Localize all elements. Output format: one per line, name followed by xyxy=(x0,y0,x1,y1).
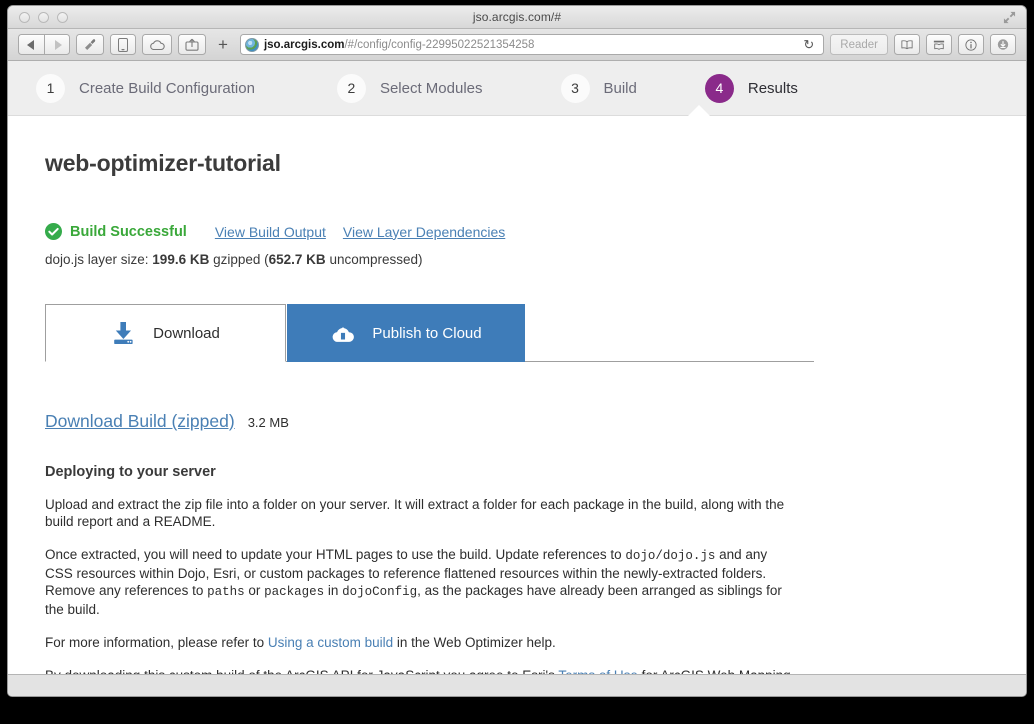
cloud-upload-icon xyxy=(332,327,355,342)
layer-size-middle: gzipped ( xyxy=(209,252,269,267)
window-titlebar: jso.arcgis.com/# xyxy=(8,6,1026,29)
layer-size-suffix: uncompressed) xyxy=(325,252,423,267)
code-paths: paths xyxy=(207,585,245,599)
zoom-button[interactable] xyxy=(57,12,68,23)
deploy-heading: Deploying to your server xyxy=(45,464,216,480)
tab-download[interactable]: Download xyxy=(45,304,286,362)
url-path: /#/config/config-22995022521354258 xyxy=(344,38,535,51)
download-build-link[interactable]: Download Build (zipped) xyxy=(45,411,235,432)
p2-seg1: Once extracted, you will need to update … xyxy=(45,547,626,562)
browser-window: jso.arcgis.com/# + jso.arcgis.com/#/conf… xyxy=(7,5,1027,697)
results-content: web-optimizer-tutorial Build Successful … xyxy=(8,116,1026,674)
forward-arrow-icon[interactable] xyxy=(44,34,70,55)
layer-size-line: dojo.js layer size: 199.6 KB gzipped (65… xyxy=(45,252,996,267)
step-number: 4 xyxy=(704,73,734,103)
page-viewport: 1 Create Build Configuration 2 Select Mo… xyxy=(8,61,1026,674)
p3-seg1: For more information, please refer to xyxy=(45,635,268,650)
traffic-lights xyxy=(19,12,68,23)
minimize-button[interactable] xyxy=(38,12,49,23)
icloud-tabs-icon[interactable] xyxy=(142,34,172,55)
browser-status-bar xyxy=(8,674,1026,696)
step-number: 2 xyxy=(336,73,366,103)
step-item-2[interactable]: 2 Select Modules xyxy=(336,73,483,103)
back-arrow-icon[interactable] xyxy=(18,34,44,55)
step-number: 3 xyxy=(560,73,590,103)
step-label: Results xyxy=(747,79,798,97)
tab-list: Download Publish to Cloud xyxy=(45,304,814,362)
view-build-output-link[interactable]: View Build Output xyxy=(215,224,326,240)
step-item-4[interactable]: 4 Results xyxy=(704,73,798,103)
download-icon xyxy=(114,322,133,344)
check-circle-icon xyxy=(45,223,62,240)
info-icon[interactable] xyxy=(958,34,984,55)
terms-of-use-link[interactable]: Terms of Use xyxy=(558,668,638,674)
p4-seg1: By downloading this custom build of the … xyxy=(45,668,558,674)
download-row: Download Build (zipped) 3.2 MB xyxy=(45,411,996,432)
downloads-icon[interactable] xyxy=(990,34,1016,55)
url-text: jso.arcgis.com/#/config/config-229950225… xyxy=(264,39,534,51)
step-label: Build xyxy=(603,79,637,97)
tab-label: Publish to Cloud xyxy=(372,324,482,342)
deploy-paragraph-4: By downloading this custom build of the … xyxy=(45,667,797,674)
status-badge: Build Successful xyxy=(70,223,187,240)
url-domain: jso.arcgis.com xyxy=(263,38,345,51)
flashlight-icon[interactable] xyxy=(76,34,104,55)
view-layer-dependencies-link[interactable]: View Layer Dependencies xyxy=(343,224,505,240)
layer-size-gzipped: 199.6 KB xyxy=(152,252,210,267)
tab-label: Download xyxy=(153,324,220,342)
reload-icon[interactable]: ↻ xyxy=(798,37,819,53)
active-step-pointer xyxy=(688,105,710,116)
deploy-paragraph-1: Upload and extract the zip file into a f… xyxy=(45,497,785,529)
p3-seg2: in the Web Optimizer help. xyxy=(393,635,556,650)
code-packages: packages xyxy=(264,585,325,599)
share-icon[interactable] xyxy=(178,34,206,55)
window-title: jso.arcgis.com/# xyxy=(472,10,562,24)
code-dojo-js: dojo/dojo.js xyxy=(625,549,716,563)
show-all-tabs-icon[interactable] xyxy=(926,34,952,55)
download-size: 3.2 MB xyxy=(247,415,289,430)
code-dojoconfig: dojoConfig xyxy=(342,585,418,599)
favicon-icon xyxy=(244,37,259,52)
using-a-custom-build-link[interactable]: Using a custom build xyxy=(268,635,393,650)
layer-size-uncompressed: 652.7 KB xyxy=(268,252,326,267)
step-item-1[interactable]: 1 Create Build Configuration xyxy=(36,73,255,103)
reading-list-icon[interactable] xyxy=(110,34,136,55)
tab-publish-to-cloud[interactable]: Publish to Cloud xyxy=(287,304,525,362)
reader-button[interactable]: Reader xyxy=(830,34,888,55)
step-item-3[interactable]: 3 Build xyxy=(560,73,637,103)
new-tab-button[interactable]: + xyxy=(212,34,234,55)
p2-seg4: in xyxy=(324,583,343,598)
step-label: Create Build Configuration xyxy=(79,79,255,97)
output-tabs: Download Publish to Cloud xyxy=(45,304,814,362)
p2-seg3: or xyxy=(244,583,265,598)
deploy-paragraph-3: For more information, please refer to Us… xyxy=(45,634,797,651)
fullscreen-icon[interactable] xyxy=(1003,11,1016,24)
bookmarks-icon[interactable] xyxy=(894,34,920,55)
browser-toolbar: + jso.arcgis.com/#/config/config-2299502… xyxy=(8,29,1026,61)
step-navigation: 1 Create Build Configuration 2 Select Mo… xyxy=(8,61,1026,116)
page-title: web-optimizer-tutorial xyxy=(45,150,281,176)
step-label: Select Modules xyxy=(379,79,483,97)
layer-size-prefix: dojo.js layer size: xyxy=(45,252,153,267)
step-number: 1 xyxy=(36,73,65,103)
nav-button-group xyxy=(18,34,70,55)
build-status-row: Build Successful View Build Output View … xyxy=(45,223,996,240)
url-bar[interactable]: jso.arcgis.com/#/config/config-229950225… xyxy=(239,34,825,55)
close-button[interactable] xyxy=(19,12,30,23)
deploy-paragraph-2: Once extracted, you will need to update … xyxy=(45,546,797,618)
toolbar-right-group xyxy=(894,34,1016,55)
